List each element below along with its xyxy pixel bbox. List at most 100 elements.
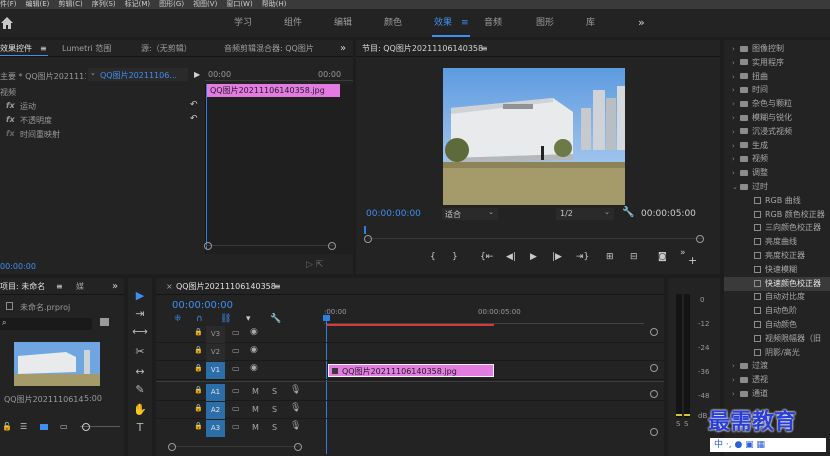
play-only-icon[interactable]: ▶ [194,70,200,79]
timeline-horizontal-scrollbar[interactable] [168,443,302,452]
tab-audio-clip-mixer[interactable]: 音频剪辑混合器: QQ图片 [224,40,314,56]
reset-icon[interactable]: ↶ [190,100,198,110]
go-to-in-icon[interactable]: {⇤ [480,252,493,262]
menu-window[interactable]: 窗口(W) [226,0,252,8]
ec-zoom-scrollbar[interactable] [204,242,336,251]
mute-button[interactable]: M [252,405,259,414]
tab-timeline-sequence[interactable]: QQ图片20211106140358 [176,278,276,294]
ripple-edit-tool-icon[interactable]: ⟷ [132,324,148,340]
effects-list-item[interactable]: › 调整 [724,166,830,180]
solo-button[interactable]: S [272,423,277,432]
fit-dropdown[interactable]: 适合 ⌄ [442,208,498,220]
overwrite-icon[interactable]: ⊟ [630,252,638,262]
reset-icon[interactable]: ↶ [190,114,198,124]
effects-list-item[interactable]: 自动色阶 [724,304,830,318]
project-item-name[interactable]: QQ图片202111061403... [4,394,84,405]
menu-help[interactable]: 帮助(H) [262,0,287,8]
slip-tool-icon[interactable]: ↔ [132,364,148,380]
snap-icon[interactable]: ∩ [196,314,203,324]
timeline-timecode[interactable]: 00:00:00:00 [172,300,233,311]
solo-button[interactable]: S [272,405,277,414]
menu-clip[interactable]: 剪辑(C) [58,0,82,8]
export-frame-icon[interactable]: ◙ [658,252,667,262]
effects-list-item[interactable]: 阴影/高光 [724,346,830,360]
workspace-tab-effects[interactable]: 效果 [434,9,452,37]
effects-list-item[interactable]: 亮度校正器 [724,249,830,263]
mute-button[interactable]: M [252,423,259,432]
effects-list-item[interactable]: › 视频 [724,152,830,166]
more-controls-icon[interactable]: » [680,248,686,258]
menu-sequence[interactable]: 序列(S) [92,0,116,8]
effects-list-item[interactable]: ⌄ 过时 [724,180,830,194]
effects-list-item[interactable]: RGB 曲线 [724,194,830,208]
home-icon[interactable] [0,16,14,30]
ec-timecode[interactable]: 00:00:00 [0,262,36,271]
effects-list-item[interactable]: › 模糊与锐化 [724,111,830,125]
effects-list-item[interactable]: › 过渡 [724,359,830,373]
effects-list-item[interactable]: RGB 颜色校正器 [724,208,830,222]
sync-lock-icon[interactable]: ▭ [232,364,240,373]
timeline-vertical-scrollbar[interactable] [650,328,658,438]
program-timecode-current[interactable]: 00:00:00:00 [366,209,421,219]
chevron-right-icon[interactable]: › [732,152,740,166]
chevron-right-icon[interactable]: › [732,359,740,373]
sequence-clip-dropdown[interactable]: ⌄ QQ图片20211106... [88,68,188,81]
new-bin-icon[interactable] [100,318,109,326]
workspace-tab-libraries[interactable]: 库 [586,9,595,37]
effects-list-item[interactable]: › 实用程序 [724,56,830,70]
effects-list-item[interactable]: 快速颜色校正器 [724,276,830,291]
meter-solo-left[interactable]: S [676,420,680,428]
chevron-right-icon[interactable]: › [732,373,740,387]
timeline-clip-v1[interactable]: QQ图片20211106140358.jpg [328,364,494,377]
icon-view-icon[interactable] [40,424,48,430]
freeform-view-icon[interactable]: ▭ [60,422,68,431]
workspace-tab-color[interactable]: 颜色 [384,9,402,37]
eye-icon[interactable]: ◉ [250,363,258,373]
tab-project[interactable]: 项目: 未命名 [0,278,45,294]
master-clip-label[interactable]: 主要 * QQ图片2021111... [0,71,86,82]
effects-list-item[interactable]: 自动颜色 [724,318,830,332]
effects-list-item[interactable]: 亮度曲线 [724,235,830,249]
eye-icon[interactable]: ◉ [250,345,258,355]
effects-list-item[interactable]: › 通道 [724,387,830,401]
chevron-right-icon[interactable]: › [732,83,740,97]
type-tool-icon[interactable]: T [132,420,148,436]
effects-list-item[interactable]: › 扭曲 [724,70,830,84]
nest-icon[interactable]: ⁜ [174,314,182,324]
lock-track-icon[interactable]: 🔒 [194,346,203,354]
lock-track-icon[interactable]: 🔒 [194,386,203,394]
resolution-dropdown[interactable]: 1/2 ⌄ [556,208,614,220]
sync-lock-icon[interactable]: ▭ [232,404,240,413]
microphone-icon[interactable]: 🎙 [290,421,301,431]
track-v1-target[interactable]: V1 [206,362,225,379]
chevron-right-icon[interactable]: › [732,125,740,139]
microphone-icon[interactable]: 🎙 [290,403,301,413]
timeline-settings-icon[interactable]: 🔧 [270,314,281,324]
program-monitor-menu-icon[interactable]: ≡ [481,40,488,56]
program-monitor-title[interactable]: 节目: QQ图片20211106140358 [362,40,483,56]
hand-tool-icon[interactable]: ✋ [132,402,148,418]
effects-list-item[interactable]: › 时间 [724,83,830,97]
effects-list-item[interactable]: › 图像控制 [724,42,830,56]
program-scrub-bar[interactable] [364,226,704,243]
add-marker-icon[interactable]: ▾ [246,314,251,324]
sync-lock-icon[interactable]: ▭ [232,386,240,395]
step-forward-icon[interactable]: |▶ [552,252,562,262]
lock-track-icon[interactable]: 🔒 [194,364,203,372]
menu-graphics[interactable]: 图形(G) [159,0,184,8]
chevron-right-icon[interactable]: › [732,56,740,70]
menu-view[interactable]: 视图(V) [193,0,217,8]
selection-tool-icon[interactable]: ▶ [132,288,148,304]
step-back-icon[interactable]: ◀| [506,252,516,262]
track-v3-target[interactable]: V3 [206,326,225,343]
playhead-handle[interactable] [323,315,330,321]
lock-track-icon[interactable]: 🔒 [194,328,203,336]
effects-list-item[interactable]: › 生成 [724,139,830,153]
chevron-right-icon[interactable]: › [732,387,740,401]
effect-row-motion[interactable]: fx 运动 ↶ [0,100,205,114]
linked-selection-icon[interactable]: ⛓ [220,314,231,324]
add-button-icon[interactable]: + [688,254,697,267]
chevron-down-icon[interactable]: ⌄ [732,180,740,194]
ec-filter-icons[interactable]: ▷ ⇱ [306,260,323,270]
track-v2-target[interactable]: V2 [206,344,225,361]
